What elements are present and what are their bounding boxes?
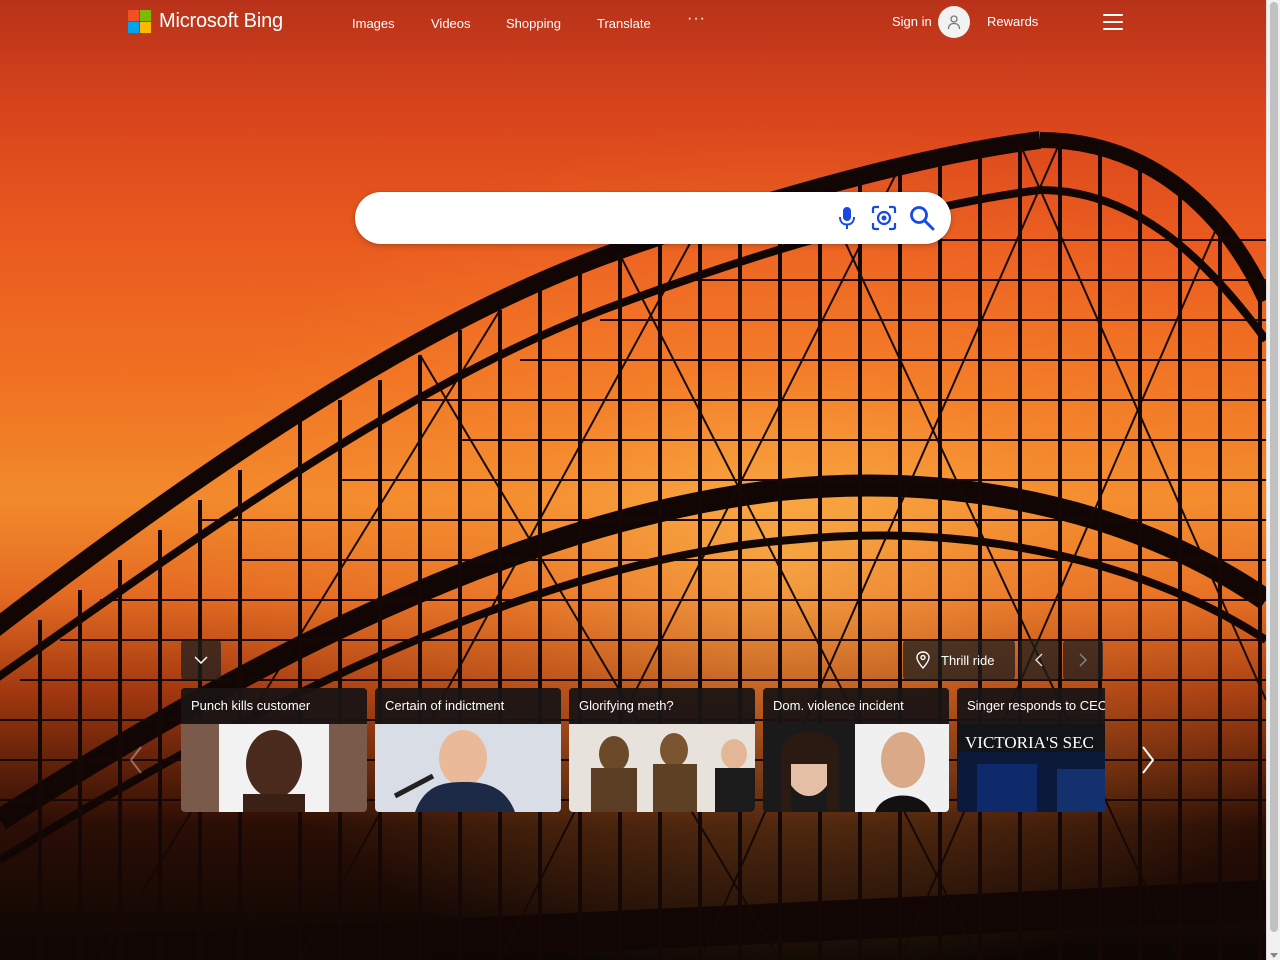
nav-videos[interactable]: Videos [431, 16, 471, 31]
news-card[interactable]: Glorifying meth? [569, 688, 755, 812]
user-avatar[interactable] [938, 6, 970, 38]
collapse-news-button[interactable] [181, 640, 221, 680]
search-input[interactable] [379, 204, 829, 232]
chevron-left-icon [129, 746, 142, 774]
previous-image-button[interactable] [1019, 640, 1059, 680]
top-header: Microsoft Bing Images Videos Shopping Tr… [0, 0, 1266, 46]
nav-translate[interactable]: Translate [597, 16, 651, 31]
news-card-image: VICTORIA'S SEC [957, 724, 1105, 812]
news-card-title: Dom. violence incident [763, 688, 949, 724]
chevron-left-icon [1035, 653, 1043, 667]
search-box [355, 192, 951, 244]
scroll-down-arrow[interactable] [1270, 953, 1278, 958]
rewards-link[interactable]: Rewards [987, 14, 1038, 29]
next-image-button[interactable] [1063, 640, 1103, 680]
news-card[interactable]: Dom. violence incident [763, 688, 949, 812]
news-card-title: Certain of indictment [375, 688, 561, 724]
nav-images[interactable]: Images [352, 16, 395, 31]
storefront-sign-text: VICTORIA'S SEC [965, 733, 1094, 752]
image-info-label: Thrill ride [941, 652, 995, 668]
news-card-image [181, 724, 367, 812]
chevron-down-icon [194, 656, 208, 664]
location-pin-icon [916, 651, 930, 669]
hamburger-menu-icon[interactable] [1103, 14, 1123, 30]
news-card-image [763, 724, 949, 812]
sign-in-link[interactable]: Sign in [892, 14, 932, 29]
news-card[interactable]: Punch kills customer [181, 688, 367, 812]
image-info-button[interactable]: Thrill ride [903, 640, 1015, 680]
news-card[interactable]: Certain of indictment [375, 688, 561, 812]
news-card-title: Singer responds to CEO [957, 688, 1105, 724]
chevron-right-icon [1079, 653, 1087, 667]
microsoft-logo-icon [128, 10, 151, 33]
bing-logo[interactable]: Microsoft Bing [128, 10, 283, 33]
scrollbar-thumb[interactable] [1270, 2, 1278, 932]
logo-text: Microsoft Bing [159, 10, 283, 32]
background-image [0, 0, 1266, 960]
search-icon[interactable] [908, 204, 936, 232]
news-card[interactable]: Singer responds to CEO VICTORIA'S SEC [957, 688, 1105, 812]
user-icon [947, 15, 961, 30]
news-card-image [569, 724, 755, 812]
news-scroll-left-button[interactable] [124, 740, 148, 780]
news-card-title: Glorifying meth? [569, 688, 755, 724]
nav-shopping[interactable]: Shopping [506, 16, 561, 31]
roller-coaster-silhouette [0, 131, 1266, 960]
news-card-image [375, 724, 561, 812]
page-scrollbar[interactable] [1266, 0, 1280, 960]
chevron-right-icon [1142, 746, 1155, 774]
microphone-icon[interactable] [833, 204, 861, 232]
news-scroll-right-button[interactable] [1136, 740, 1160, 780]
nav-more-menu[interactable]: ··· [687, 10, 706, 28]
visual-search-icon[interactable] [870, 204, 898, 232]
news-carousel: Punch kills customer Certain of indictme… [181, 688, 1105, 812]
news-card-title: Punch kills customer [181, 688, 367, 724]
